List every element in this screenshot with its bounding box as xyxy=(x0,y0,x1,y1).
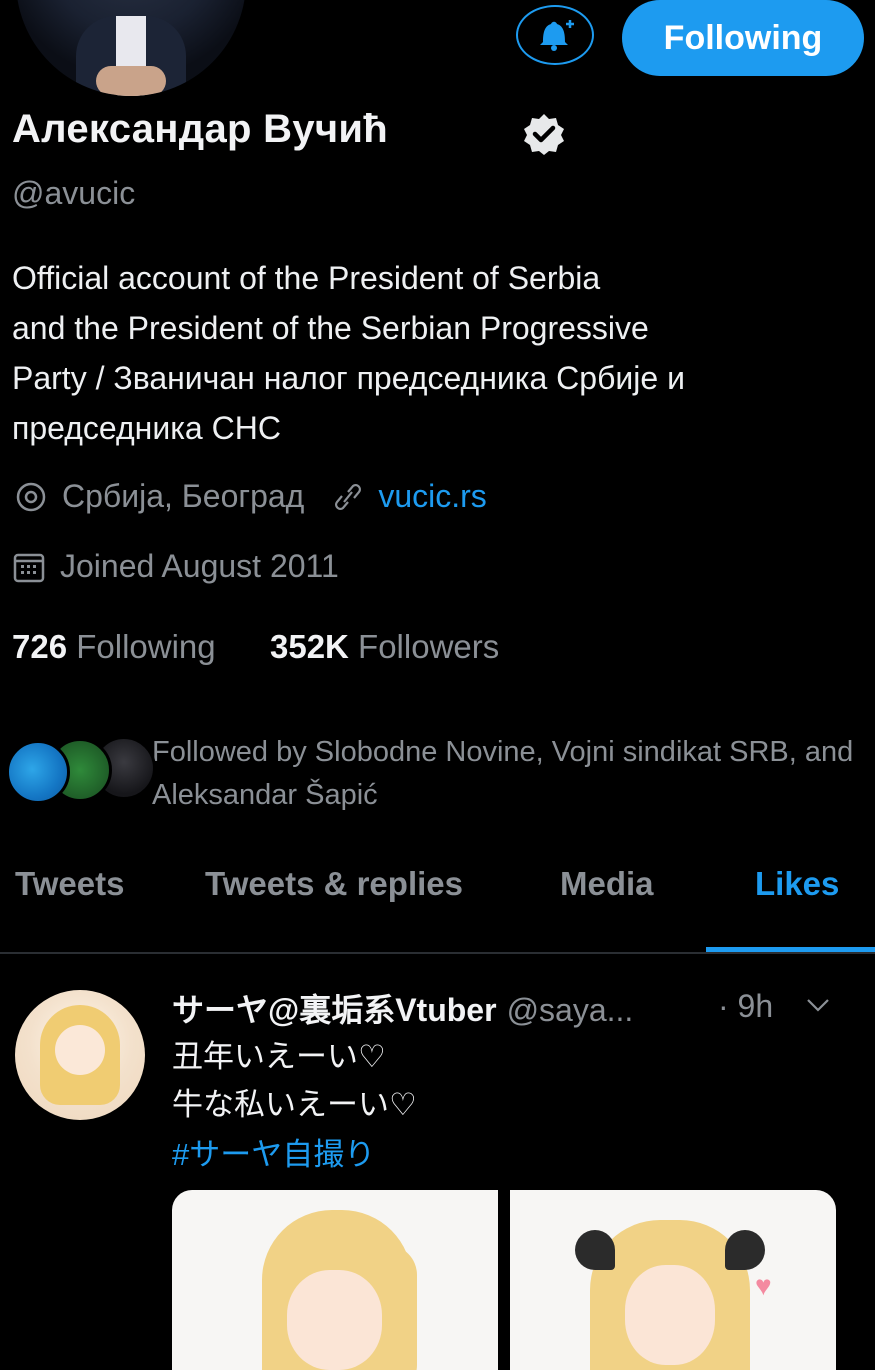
tweet-text: 丑年いえーい♡ 牛な私いえーい♡ xyxy=(172,1039,417,1122)
following-label: Following xyxy=(76,628,216,665)
tweet-timestamp[interactable]: · 9h xyxy=(718,988,773,1025)
profile-tabs: Tweets Tweets & replies Media Likes xyxy=(0,865,875,955)
notifications-button[interactable] xyxy=(516,5,594,65)
following-count: 726 xyxy=(12,628,68,665)
heart-icon: ♥ xyxy=(755,1270,772,1301)
profile-bio: Official account of the President of Ser… xyxy=(12,260,685,446)
follower-avatar xyxy=(6,740,70,804)
followed-by-text[interactable]: Followed by Slobodne Novine, Vojni sindi… xyxy=(152,731,872,817)
tab-tweets[interactable]: Tweets xyxy=(15,865,124,903)
profile-avatar[interactable] xyxy=(10,0,252,102)
followers-label: Followers xyxy=(358,628,500,665)
calendar-icon xyxy=(13,553,45,582)
chevron-down-icon[interactable] xyxy=(804,994,832,1016)
joined-row: Joined August 2011 xyxy=(12,548,339,585)
verified-badge-icon xyxy=(524,114,564,155)
link-icon xyxy=(335,483,362,510)
tweet-author-avatar[interactable] xyxy=(15,990,145,1120)
location-row: Србија, Београд vucic.rs xyxy=(14,478,487,515)
bell-plus-icon xyxy=(540,20,574,51)
following-button[interactable]: Following xyxy=(622,0,864,76)
follow-stats: 726 Following 352K Followers xyxy=(12,628,499,666)
display-name: Александар Вучић xyxy=(12,107,389,151)
followers-stat[interactable]: 352K Followers xyxy=(270,628,499,665)
tweet-media-image[interactable] xyxy=(172,1190,498,1370)
tweet-media-image[interactable]: ♥ xyxy=(510,1190,836,1370)
tweet-header: サーヤ@裏垢系Vtuber @saya... xyxy=(172,985,633,1031)
tab-likes[interactable]: Likes xyxy=(755,865,839,903)
tweet-author-handle[interactable]: @saya... xyxy=(507,992,634,1029)
tab-media[interactable]: Media xyxy=(560,865,654,903)
followers-count: 352K xyxy=(269,628,349,665)
joined-text: Joined August 2011 xyxy=(60,548,339,584)
tweet-author-name[interactable]: サーヤ@裏垢系Vtuber xyxy=(172,985,497,1031)
location-text: Србија, Београд xyxy=(62,478,305,514)
divider xyxy=(0,952,875,954)
followed-by-avatars[interactable] xyxy=(6,736,156,804)
profile-handle: @avucic xyxy=(12,175,136,211)
location-pin-icon xyxy=(16,482,46,511)
tweet-hashtag-link[interactable]: #サーヤ自撮り xyxy=(172,1129,375,1174)
tab-tweets-replies[interactable]: Tweets & replies xyxy=(205,865,463,903)
website-link[interactable]: vucic.rs xyxy=(378,478,486,515)
following-stat[interactable]: 726 Following xyxy=(12,628,216,665)
